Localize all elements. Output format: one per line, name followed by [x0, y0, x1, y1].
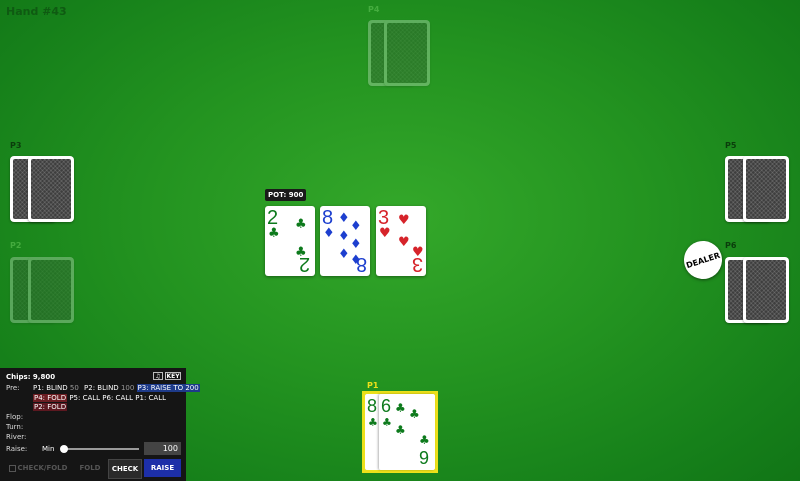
- heart-icon: ♥: [398, 213, 410, 228]
- action-panel: Chips: 9,800 ♫ KEY Pre: P1: BLIND 50 P2:…: [0, 368, 200, 481]
- action-entry: P5: CALL: [69, 394, 101, 402]
- board-card: 3 ♥ ♥ ♥ ♥ 3: [376, 206, 426, 276]
- check-button[interactable]: CHECK: [108, 459, 142, 479]
- player-hand: 8 ♣ 6 ♣ ♣ ♣ ♣ ♣ 9: [362, 391, 438, 473]
- action-entry-fold: P2: FOLD: [33, 403, 68, 411]
- action-amount: 50: [69, 384, 79, 392]
- club-icon: ♣: [419, 433, 430, 447]
- seat-label-p4: P4: [368, 5, 380, 14]
- card-rank: 8: [322, 207, 334, 229]
- card-rank: 8: [367, 396, 378, 416]
- checkbox-icon[interactable]: [8, 464, 16, 472]
- seat-label-p5: P5: [725, 141, 737, 150]
- dealer-button: DEALER: [679, 236, 727, 284]
- min-label: Min: [42, 445, 55, 453]
- music-icon[interactable]: ♫: [153, 372, 163, 380]
- check-fold-button[interactable]: CHECK/FOLD: [4, 459, 72, 477]
- diamond-icon: ♦: [338, 247, 350, 262]
- pre-actions-line-1: P1: BLIND 50 P2: BLIND 100 P3: RAISE TO …: [33, 384, 200, 392]
- seat-label-p2: P2: [10, 241, 22, 250]
- card-back: [743, 156, 789, 222]
- card-back: [384, 20, 430, 86]
- diamond-icon: ♦: [350, 237, 362, 252]
- turn-label: Turn:: [6, 423, 24, 431]
- hand-number-title: Hand #43: [6, 5, 67, 18]
- diamond-icon: ♦: [338, 211, 350, 226]
- card-back: [28, 156, 74, 222]
- card-rank: 8: [356, 253, 368, 275]
- pre-label: Pre:: [6, 384, 20, 392]
- board-card: 2 ♣ ♣ ♣ 2: [265, 206, 315, 276]
- diamond-icon: ♦: [323, 226, 335, 241]
- raise-slider-handle[interactable]: [60, 445, 68, 453]
- action-amount: 100: [120, 384, 135, 392]
- diamond-icon: ♦: [338, 229, 350, 244]
- action-entry: P2: BLIND: [84, 384, 119, 392]
- card-back: [743, 257, 789, 323]
- card-rank: 2: [299, 253, 311, 275]
- card-rank: 9: [419, 448, 430, 468]
- key-button[interactable]: KEY: [165, 372, 181, 380]
- card-rank: 2: [267, 207, 279, 229]
- club-icon: ♣: [382, 416, 392, 429]
- club-icon: ♣: [268, 226, 280, 241]
- action-entry: P6: CALL: [102, 394, 134, 402]
- flop-label: Flop:: [6, 413, 24, 421]
- club-icon: ♣: [395, 423, 406, 437]
- board-card: 8 ♦ ♦ ♦ ♦ ♦ ♦ ♦ 8: [320, 206, 370, 276]
- seat-label-p3: P3: [10, 141, 22, 150]
- action-entry-fold: P4: FOLD: [33, 394, 68, 402]
- seat-label-p6: P6: [725, 241, 737, 250]
- fold-button[interactable]: FOLD: [76, 459, 104, 477]
- action-entry: P1: CALL: [135, 394, 166, 402]
- raise-button[interactable]: RAISE: [144, 459, 181, 477]
- card-back: [28, 257, 74, 323]
- seat-label-p1: P1: [367, 381, 379, 390]
- card-rank: 3: [378, 207, 390, 229]
- diamond-icon: ♦: [350, 219, 362, 234]
- river-label: River:: [6, 433, 27, 441]
- club-icon: ♣: [368, 416, 378, 429]
- raise-label: Raise:: [6, 445, 28, 453]
- pot-amount: POT: 900: [265, 189, 307, 201]
- action-entry: P1: BLIND: [33, 384, 68, 392]
- chips-count: Chips: 9,800: [6, 373, 56, 381]
- heart-icon: ♥: [398, 235, 410, 250]
- hole-card: 6 ♣ ♣ ♣ ♣ ♣ 9: [379, 394, 435, 470]
- action-entry-highlight: P3: RAISE TO 200: [136, 384, 200, 392]
- club-icon: ♣: [409, 407, 420, 421]
- raise-amount-input[interactable]: 100: [144, 442, 181, 455]
- card-rank: 3: [412, 253, 424, 275]
- pre-actions-line-2: P4: FOLD P5: CALL P6: CALL P1: CALL: [33, 394, 166, 402]
- pre-actions-line-3: P2: FOLD: [33, 403, 68, 411]
- heart-icon: ♥: [379, 226, 391, 241]
- card-rank: 6: [381, 396, 392, 416]
- raise-slider-track[interactable]: [65, 448, 139, 450]
- club-icon: ♣: [295, 217, 307, 232]
- club-icon: ♣: [395, 401, 406, 415]
